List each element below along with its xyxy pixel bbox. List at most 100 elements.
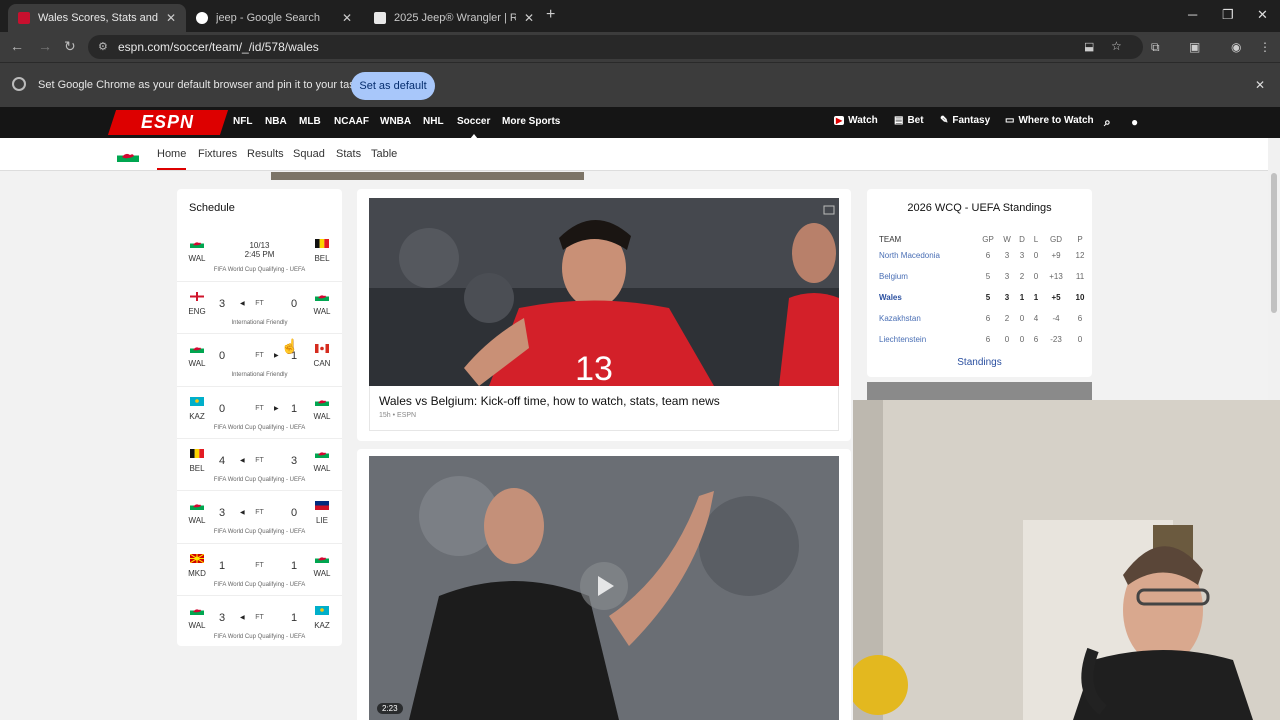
team-subnav: Home Fixtures Results Squad Stats Table — [0, 138, 1268, 171]
standings-row[interactable]: Liechtenstein 6 0 0 6 -23 0 — [867, 329, 1092, 350]
watch-link[interactable]: ▶ Watch — [834, 115, 878, 126]
set-as-default-button[interactable]: Set as default — [351, 72, 435, 100]
video-thumbnail[interactable]: 2:23 — [369, 456, 839, 720]
where-to-watch-link[interactable]: ▭ Where to Watch — [1005, 115, 1094, 126]
schedule-game[interactable]: WAL KAZ 3 1 FT ◀ FIFA World Cup Qualifying - U… — [177, 595, 342, 647]
stat-cell: -4 — [1052, 314, 1060, 323]
team-name[interactable]: Belgium — [879, 272, 908, 281]
side-ad[interactable] — [867, 382, 1092, 400]
subnav-fixtures[interactable]: Fixtures — [198, 148, 237, 160]
subnav-results[interactable]: Results — [247, 148, 284, 160]
close-infobar-icon[interactable]: ✕ — [1255, 78, 1265, 92]
schedule-game[interactable]: WAL LIE 3 0 FT ◀ FIFA World Cup Qualifying - U… — [177, 490, 342, 542]
game-date: 10/13 — [249, 241, 270, 250]
away-score: 3 — [291, 455, 298, 467]
schedule-game[interactable]: KAZ WAL 0 1 FT ▶ FIFA World Cup Qualifying - U… — [177, 386, 342, 438]
search-icon[interactable]: ⌕ — [1104, 115, 1111, 130]
standings-card: 2026 WCQ - UEFA Standings TEAM GP W D L GD P No… — [867, 189, 1092, 377]
team-name[interactable]: North Macedonia — [879, 251, 940, 260]
maximize-icon[interactable]: ❐ — [1222, 7, 1234, 23]
game-status: FT — [255, 352, 264, 359]
nav-nba[interactable]: NBA — [265, 116, 287, 127]
tab-wales[interactable]: Wales Scores, Stats and Highlights ✕ — [8, 4, 186, 32]
forward-icon[interactable]: → — [38, 38, 52, 54]
espn-logo[interactable]: ESPN — [107, 110, 229, 135]
home-score: 4 — [219, 455, 226, 467]
schedule-card: Schedule WAL BEL 10/13 2:45 PM FIFA World Cu… — [177, 189, 342, 646]
away-score: 0 — [291, 507, 298, 519]
bookmark-star-icon[interactable]: ☆ — [1111, 39, 1122, 53]
back-icon[interactable]: ← — [10, 38, 24, 54]
stat-cell: +5 — [1051, 293, 1061, 302]
away-score: 1 — [291, 403, 298, 415]
profile-icon[interactable]: ◉ — [1231, 40, 1241, 54]
away-score: 0 — [291, 298, 298, 310]
browser-tab-bar: Wales Scores, Stats and Highlights ✕ jee… — [0, 0, 1280, 32]
close-window-icon[interactable]: ✕ — [1257, 7, 1268, 23]
bet-link[interactable]: ▤ Bet — [894, 115, 924, 126]
standings-row[interactable]: Kazakhstan 6 2 0 4 -4 6 — [867, 308, 1092, 329]
video-card[interactable]: 2:23 — [357, 449, 851, 720]
nav-mlb[interactable]: MLB — [299, 116, 321, 127]
subnav-table[interactable]: Table — [371, 148, 397, 160]
competition-label: FIFA World Cup Qualifying - UEFA — [213, 477, 306, 483]
news-card[interactable]: 13 Wales vs Belgium: Kick-off time, how … — [357, 189, 851, 441]
standings-row[interactable]: North Macedonia 6 3 3 0 +9 12 — [867, 245, 1092, 266]
close-tab-icon[interactable]: ✕ — [166, 11, 176, 25]
winner-arrow-icon: ▶ — [274, 406, 279, 412]
team-name[interactable]: Kazakhstan — [879, 314, 921, 323]
schedule-game[interactable]: BEL WAL 4 3 FT ◀ FIFA World Cup Qualifying - U… — [177, 438, 342, 490]
extensions-icon[interactable]: ⧉ — [1151, 40, 1160, 55]
schedule-game[interactable]: MKD WAL 1 1 FT FIFA World Cup Qualifying - UE… — [177, 543, 342, 595]
address-bar[interactable]: ⚙ espn.com/soccer/team/_/id/578/wales ⬓ … — [88, 35, 1143, 59]
schedule-game[interactable]: WAL BEL 10/13 2:45 PM FIFA World Cup Qualify… — [177, 229, 342, 281]
subnav-stats[interactable]: Stats — [336, 148, 361, 160]
nav-nhl[interactable]: NHL — [423, 116, 444, 127]
scrollbar-thumb[interactable] — [1271, 173, 1277, 313]
reload-icon[interactable]: ↻ — [64, 38, 76, 55]
away-team-abbr: WAL — [313, 307, 331, 316]
winner-arrow-icon: ◀ — [240, 510, 245, 516]
tab-title: jeep - Google Search — [216, 12, 320, 24]
close-tab-icon[interactable]: ✕ — [524, 11, 534, 25]
home-team-abbr: WAL — [188, 516, 206, 525]
tab-jeep-wrangler[interactable]: 2025 Jeep® Wrangler | Rugged ✕ — [364, 4, 544, 32]
team-name[interactable]: Liechtenstein — [879, 335, 926, 344]
news-image[interactable]: 13 — [369, 198, 839, 386]
away-team-abbr: CAN — [313, 359, 331, 368]
user-icon[interactable]: ● — [1131, 115, 1138, 129]
tab-title: 2025 Jeep® Wrangler | Rugged — [394, 12, 516, 24]
nav-ncaaf[interactable]: NCAAF — [334, 116, 369, 127]
standings-link[interactable]: Standings — [867, 357, 1092, 368]
site-info-icon[interactable]: ⚙ — [98, 40, 108, 53]
stat-cell: 5 — [985, 272, 991, 281]
stat-cell: 0 — [1077, 335, 1083, 344]
close-tab-icon[interactable]: ✕ — [342, 11, 352, 25]
media-icon[interactable]: ▣ — [1189, 40, 1200, 54]
nav-more-sports[interactable]: More Sports — [502, 116, 560, 127]
nav-nfl[interactable]: NFL — [233, 116, 252, 127]
fantasy-link[interactable]: ✎ Fantasy — [940, 115, 990, 126]
stat-cell: 1 — [1033, 293, 1039, 302]
minimize-icon[interactable]: ─ — [1188, 7, 1197, 22]
subnav-home[interactable]: Home — [157, 148, 187, 170]
subnav-squad[interactable]: Squad — [293, 148, 325, 160]
stat-cell: 11 — [1075, 272, 1085, 281]
banner-ad[interactable] — [271, 172, 584, 180]
tab-title: Wales Scores, Stats and Highlights — [38, 12, 158, 24]
install-icon[interactable]: ⬓ — [1084, 40, 1094, 53]
new-tab-icon[interactable]: + — [546, 6, 555, 24]
menu-icon[interactable]: ⋮ — [1259, 40, 1271, 54]
tab-jeep-search[interactable]: jeep - Google Search ✕ — [186, 4, 362, 32]
nav-wnba[interactable]: WNBA — [380, 116, 411, 127]
stat-cell: 0 — [1033, 272, 1039, 281]
standings-row[interactable]: Wales 5 3 1 1 +5 10 — [867, 287, 1092, 308]
news-headline[interactable]: Wales vs Belgium: Kick-off time, how to … — [379, 394, 720, 408]
nav-soccer[interactable]: Soccer — [457, 116, 490, 139]
standings-row[interactable]: Belgium 5 3 2 0 +13 11 — [867, 266, 1092, 287]
schedule-game[interactable]: ENG WAL 3 0 FT ◀ International Friendly — [177, 281, 342, 333]
stat-cell: 6 — [985, 314, 991, 323]
home-team-abbr: WAL — [188, 621, 206, 630]
schedule-game[interactable]: WAL CAN 0 1 FT ▶ International Friendly — [177, 333, 342, 385]
team-name[interactable]: Wales — [879, 293, 902, 302]
